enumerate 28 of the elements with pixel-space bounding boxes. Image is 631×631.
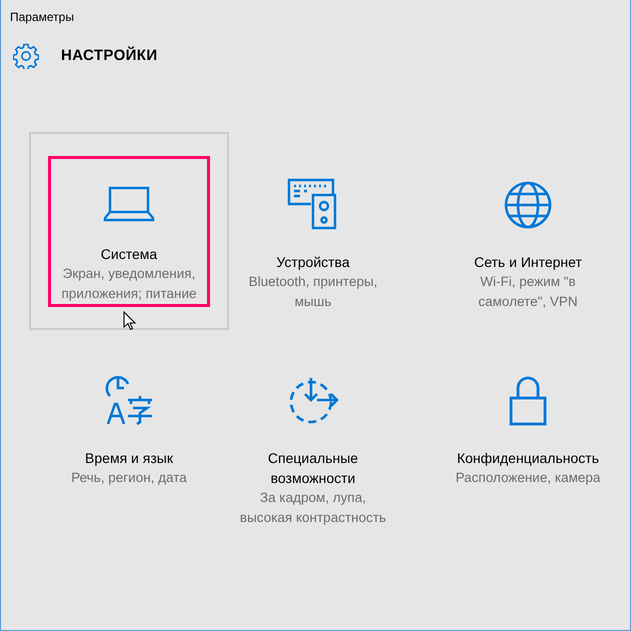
clock-language-icon bbox=[104, 374, 154, 426]
settings-icon bbox=[13, 43, 39, 69]
settings-tile[interactable]: Сеть и Интернет Wi-Fi, режим "в самолете", VPN bbox=[428, 132, 628, 330]
settings-tile[interactable]: Специальные возможности За кадром, лупа, высокая контрастность bbox=[229, 370, 397, 530]
window-title: Параметры bbox=[10, 9, 74, 26]
page-heading: НАСТРОЙКИ bbox=[61, 45, 158, 66]
keyboard-speaker-icon bbox=[287, 178, 339, 230]
settings-tile[interactable]: Устройства Bluetooth, принтеры, мышь bbox=[229, 132, 397, 330]
tile-title: Конфиденциальность bbox=[456, 449, 599, 468]
settings-tile[interactable]: Конфиденциальность Расположение, камера bbox=[428, 370, 628, 530]
tile-description: Bluetooth, принтеры, мышь bbox=[248, 273, 378, 311]
tile-title: Система bbox=[100, 244, 158, 264]
settings-tile[interactable]: Система Экран, уведомления, приложения; питание bbox=[29, 132, 229, 330]
tile-description: Экран, уведомления, приложения; питание bbox=[60, 264, 198, 303]
dashed-clock-arrow-icon bbox=[287, 376, 339, 426]
laptop-icon bbox=[103, 186, 155, 222]
settings-tile[interactable]: Время и язык Речь, регион, дата bbox=[29, 370, 229, 530]
tile-description: Wi-Fi, режим "в самолете", VPN bbox=[477, 273, 579, 311]
tile-description: За кадром, лупа, высокая контрастность bbox=[238, 489, 388, 527]
tile-title: Сеть и Интернет bbox=[474, 253, 582, 272]
globe-icon bbox=[503, 180, 553, 230]
tile-description: Речь, регион, дата bbox=[71, 469, 187, 487]
tile-title: Устройства bbox=[276, 253, 350, 272]
tile-title: Специальные возможности bbox=[266, 449, 360, 488]
tile-description: Расположение, камера bbox=[456, 469, 600, 487]
tile-title: Время и язык bbox=[85, 449, 173, 468]
padlock-icon bbox=[509, 376, 547, 426]
cursor-icon bbox=[123, 311, 136, 331]
